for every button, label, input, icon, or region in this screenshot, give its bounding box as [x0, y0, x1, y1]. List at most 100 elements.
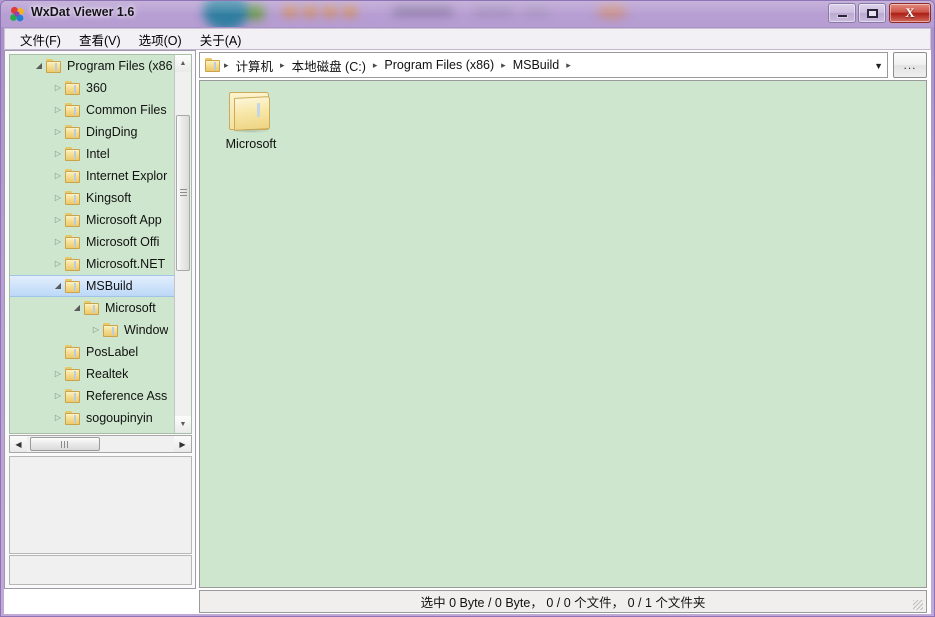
app-icon — [9, 6, 26, 23]
folder-icon — [65, 213, 81, 227]
left-panel: ◢Program Files (x86▷360▷Common Files▷Din… — [4, 50, 196, 589]
tree-item[interactable]: ◢ Program Files (x86 — [10, 55, 176, 77]
tree-item[interactable]: ▷ Internet Explor — [10, 165, 176, 187]
tree-item-label: Microsoft Offi — [86, 235, 159, 249]
breadcrumb-item[interactable]: Program Files (x86) — [378, 56, 500, 74]
folder-icon — [65, 367, 81, 381]
menu-file[interactable]: 文件(F) — [11, 28, 70, 51]
folder-icon — [65, 125, 81, 139]
tree-item[interactable]: ▷ Window — [10, 319, 176, 341]
collapsed-triangle-icon[interactable]: ▷ — [51, 238, 65, 246]
tree-vertical-scroll-thumb[interactable] — [176, 115, 190, 271]
tree-horizontal-scroll-thumb[interactable] — [30, 437, 100, 451]
folder-icon — [65, 147, 81, 161]
tree-item[interactable]: ▷ Microsoft.NET — [10, 253, 176, 275]
collapsed-triangle-icon[interactable]: ▷ — [51, 150, 65, 158]
expanded-triangle-icon[interactable]: ◢ — [70, 304, 84, 312]
resize-grip-icon[interactable] — [913, 600, 923, 610]
detail-pane-secondary — [9, 555, 192, 585]
tree-item-label: Internet Explor — [86, 169, 167, 183]
chevron-down-icon[interactable]: ▼ — [874, 61, 883, 71]
scroll-down-icon[interactable]: ▼ — [175, 416, 191, 433]
folder-icon — [84, 301, 100, 315]
tree-item-label: Intel — [86, 147, 110, 161]
menu-about[interactable]: 关于(A) — [191, 28, 251, 51]
tree-item-label: Microsoft — [105, 301, 156, 315]
tree-item[interactable]: PosLabel — [10, 341, 176, 363]
folder-icon — [65, 279, 81, 293]
tree-item-label: sogoupinyin — [86, 411, 153, 425]
collapsed-triangle-icon[interactable]: ▷ — [51, 260, 65, 268]
tree-item[interactable]: ▷ Kingsoft — [10, 187, 176, 209]
folder-tree[interactable]: ◢Program Files (x86▷360▷Common Files▷Din… — [9, 54, 192, 434]
menu-bar: 文件(F) 查看(V) 选项(O) 关于(A) — [4, 28, 931, 50]
tree-item-label: Kingsoft — [86, 191, 131, 205]
tree-item-label: DingDing — [86, 125, 137, 139]
breadcrumb-separator-icon[interactable]: ▸ — [565, 60, 572, 71]
minimize-icon — [837, 15, 848, 18]
folder-icon — [65, 257, 81, 271]
folder-icon — [46, 59, 62, 73]
menu-options[interactable]: 选项(O) — [130, 28, 191, 51]
collapsed-triangle-icon[interactable]: ▷ — [51, 392, 65, 400]
folder-icon — [65, 411, 81, 425]
close-icon: X — [890, 5, 930, 21]
collapsed-triangle-icon[interactable]: ▷ — [51, 128, 65, 136]
collapsed-triangle-icon[interactable]: ▷ — [51, 216, 65, 224]
folder-tree-items: ◢Program Files (x86▷360▷Common Files▷Din… — [10, 55, 176, 429]
collapsed-triangle-icon[interactable]: ▷ — [51, 414, 65, 422]
collapsed-triangle-icon[interactable]: ▷ — [89, 326, 103, 334]
expanded-triangle-icon[interactable]: ◢ — [51, 282, 65, 290]
menu-view[interactable]: 查看(V) — [70, 28, 130, 51]
tree-item[interactable]: ▷ sogoupinyin — [10, 407, 176, 429]
blurred-overlay-region — [197, 1, 617, 25]
folder-icon — [65, 235, 81, 249]
collapsed-triangle-icon[interactable]: ▷ — [51, 172, 65, 180]
breadcrumb: ▸计算机▸本地磁盘 (C:)▸Program Files (x86)▸MSBui… — [223, 54, 572, 77]
tree-item[interactable]: ▷ DingDing — [10, 121, 176, 143]
tree-item[interactable]: ▷360 — [10, 77, 176, 99]
address-bar[interactable]: ▸计算机▸本地磁盘 (C:)▸Program Files (x86)▸MSBui… — [199, 52, 888, 78]
tree-item[interactable]: ▷Reference Ass — [10, 385, 176, 407]
tree-item-label: PosLabel — [86, 345, 138, 359]
breadcrumb-item[interactable]: 本地磁盘 (C:) — [286, 54, 372, 77]
tree-item[interactable]: ▷Microsoft App — [10, 209, 176, 231]
title-bar[interactable]: WxDat Viewer 1.6 X — [1, 1, 934, 27]
file-list[interactable]: Microsoft — [199, 80, 927, 588]
maximize-button[interactable] — [858, 3, 886, 23]
tree-item[interactable]: ▷ Microsoft Offi — [10, 231, 176, 253]
tree-item[interactable]: ▷ Intel — [10, 143, 176, 165]
folder-icon — [65, 345, 81, 359]
folder-icon — [65, 169, 81, 183]
scroll-right-icon[interactable]: ▶ — [174, 436, 191, 452]
file-list-item[interactable]: Microsoft — [208, 87, 294, 155]
folder-icon — [205, 58, 221, 72]
tree-item-label: Microsoft.NET — [86, 257, 165, 271]
scroll-left-icon[interactable]: ◀ — [10, 436, 27, 452]
file-list-item-label: Microsoft — [226, 137, 277, 151]
tree-item[interactable]: ◢ Microsoft — [10, 297, 176, 319]
close-button[interactable]: X — [889, 3, 931, 23]
status-text: 选中 0 Byte / 0 Byte， 0 / 0 个文件， 0 / 1 个文件… — [421, 592, 706, 611]
tree-item-label: Common Files — [86, 103, 167, 117]
collapsed-triangle-icon[interactable]: ▷ — [51, 84, 65, 92]
minimize-button[interactable] — [828, 3, 856, 23]
tree-item[interactable]: ◢MSBuild — [10, 275, 192, 297]
collapsed-triangle-icon[interactable]: ▷ — [51, 194, 65, 202]
tree-item[interactable]: ▷ Common Files — [10, 99, 176, 121]
breadcrumb-item[interactable]: MSBuild — [507, 56, 566, 74]
tree-item-label: Window — [124, 323, 168, 337]
tree-item-label: Realtek — [86, 367, 128, 381]
collapsed-triangle-icon[interactable]: ▷ — [51, 370, 65, 378]
expanded-triangle-icon[interactable]: ◢ — [32, 62, 46, 70]
address-more-button[interactable]: ... — [893, 52, 927, 78]
tree-vertical-scrollbar[interactable]: ▲ ▼ — [174, 55, 191, 433]
collapsed-triangle-icon[interactable]: ▷ — [51, 106, 65, 114]
tree-horizontal-scrollbar[interactable]: ◀ ▶ — [9, 435, 192, 453]
scroll-up-icon[interactable]: ▲ — [175, 55, 191, 72]
tree-item[interactable]: ▷ Realtek — [10, 363, 176, 385]
application-window: WxDat Viewer 1.6 X 文件(F) 查看(V) 选项(O) 关于(… — [0, 0, 935, 617]
breadcrumb-item[interactable]: 计算机 — [230, 54, 280, 77]
tree-item-label: Program Files (x86 — [67, 59, 173, 73]
maximize-icon — [867, 9, 878, 18]
